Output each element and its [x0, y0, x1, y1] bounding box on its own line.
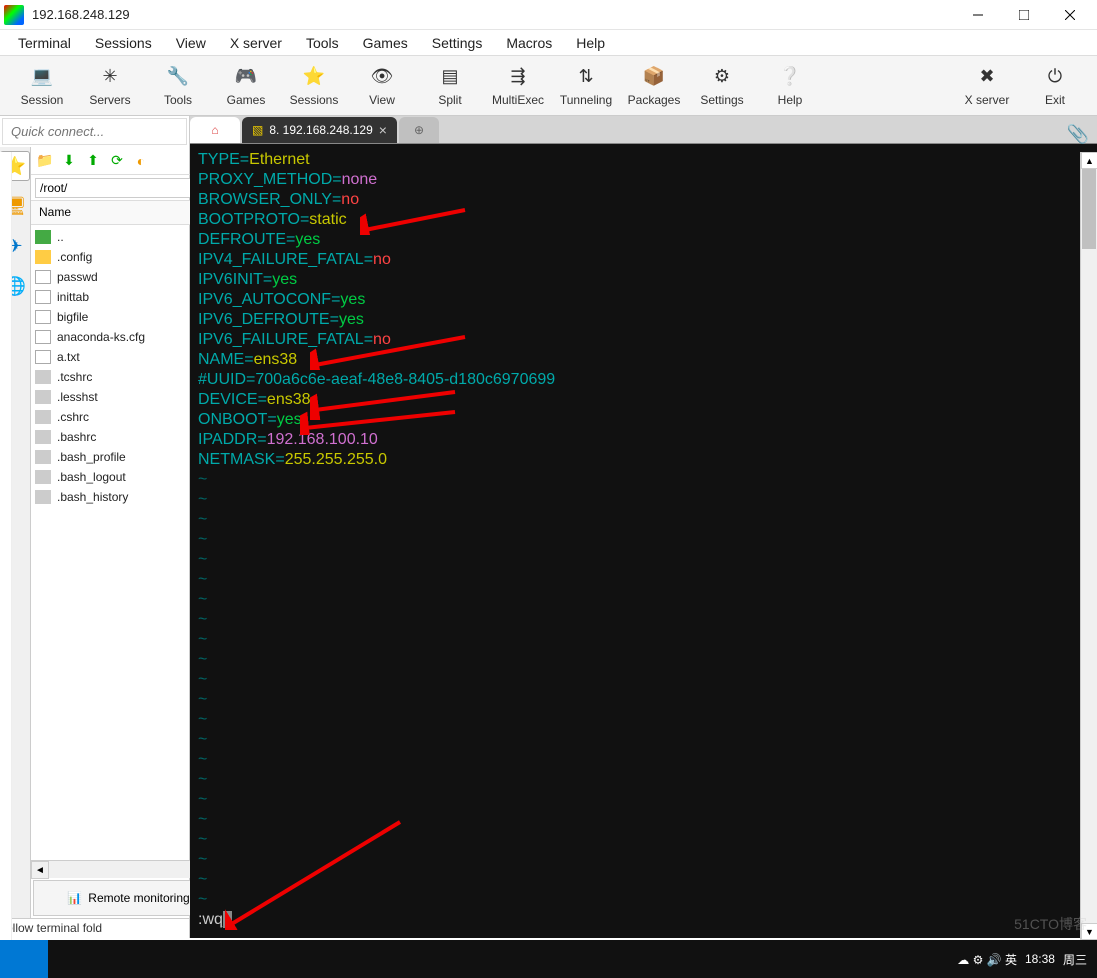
tab-bar: ⌂ ▧ 8. 192.168.248.129 × ⊕ — [190, 116, 1097, 144]
toolbar-exit[interactable]: ⏻Exit — [1021, 58, 1089, 114]
file-icon — [35, 470, 51, 484]
toolbar-help[interactable]: ❔Help — [756, 58, 824, 114]
toolbar: 💻Session✳Servers🔧Tools🎮Games⭐Sessions👁Vi… — [0, 56, 1097, 116]
toolbar-sessions[interactable]: ⭐Sessions — [280, 58, 348, 114]
split-icon: ▤ — [438, 65, 462, 89]
file-icon — [35, 490, 51, 504]
watermark: 51CTO博客 — [1014, 914, 1087, 934]
terminal-icon: ▧ — [252, 123, 263, 137]
toolbar-split[interactable]: ▤Split — [416, 58, 484, 114]
tab-new[interactable]: ⊕ — [399, 117, 439, 143]
menu-view[interactable]: View — [166, 32, 216, 54]
x server-icon: ✖ — [975, 65, 999, 89]
clock-day: 周三 — [1063, 951, 1087, 968]
multiexec-icon: ⇶ — [506, 65, 530, 89]
menubar: TerminalSessionsViewX serverToolsGamesSe… — [0, 30, 1097, 56]
menu-sessions[interactable]: Sessions — [85, 32, 162, 54]
clock-time[interactable]: 18:38 — [1025, 952, 1055, 966]
file-icon — [35, 370, 51, 384]
scroll-thumb[interactable] — [1082, 169, 1096, 249]
monitor-icon: 📊 — [67, 891, 82, 905]
file-icon — [35, 330, 51, 344]
taskbar: ☁ ⚙ 🔊 英 18:38 周三 — [0, 940, 1097, 978]
file-icon — [35, 410, 51, 424]
vertical-scrollbar[interactable]: ▲ ▼ — [1080, 152, 1097, 940]
packages-icon: 📦 — [642, 65, 666, 89]
toolbar-tools[interactable]: 🔧Tools — [144, 58, 212, 114]
toolbar-x-server[interactable]: ✖X server — [953, 58, 1021, 114]
titlebar: 192.168.248.129 — [0, 0, 1097, 30]
home-icon: ⌂ — [211, 123, 218, 137]
exit-icon: ⏻ — [1043, 65, 1067, 89]
menu-help[interactable]: Help — [566, 32, 615, 54]
file-icon — [35, 450, 51, 464]
plus-icon: ⊕ — [414, 123, 424, 137]
maximize-button[interactable] — [1001, 0, 1047, 30]
file-icon — [35, 290, 51, 304]
toolbar-settings[interactable]: ⚙Settings — [688, 58, 756, 114]
toolbar-servers[interactable]: ✳Servers — [76, 58, 144, 114]
sessions-icon: ⭐ — [302, 65, 326, 89]
refresh-icon[interactable]: ⟳ — [107, 151, 127, 171]
upload-icon[interactable]: ⬆ — [83, 151, 103, 171]
settings-icon: ⚙ — [710, 65, 734, 89]
partial-left-edge — [0, 152, 12, 940]
folder-icon — [35, 250, 51, 264]
folder-icon — [35, 230, 51, 244]
tab-home[interactable]: ⌂ — [190, 117, 240, 143]
tools-icon: 🔧 — [166, 65, 190, 89]
menu-x-server[interactable]: X server — [220, 32, 292, 54]
close-button[interactable] — [1047, 0, 1093, 30]
start-button[interactable] — [0, 940, 48, 978]
file-icon — [35, 270, 51, 284]
toolbar-session[interactable]: 💻Session — [8, 58, 76, 114]
minimize-button[interactable] — [955, 0, 1001, 30]
menu-tools[interactable]: Tools — [296, 32, 349, 54]
folder-icon[interactable]: 📁 — [35, 151, 55, 171]
servers-icon: ✳ — [98, 65, 122, 89]
path-input[interactable] — [35, 178, 200, 198]
scroll-left-icon[interactable]: ◄ — [31, 861, 49, 879]
scroll-up-icon[interactable]: ▲ — [1081, 152, 1097, 169]
toolbar-multiexec[interactable]: ⇶MultiExec — [484, 58, 552, 114]
toolbar-view[interactable]: 👁View — [348, 58, 416, 114]
help-icon: ❔ — [778, 65, 802, 89]
app-icon — [4, 5, 24, 25]
toolbar-tunneling[interactable]: ⇅Tunneling — [552, 58, 620, 114]
window-title: 192.168.248.129 — [32, 7, 955, 22]
close-icon[interactable]: × — [379, 122, 387, 138]
toolbar-games[interactable]: 🎮Games — [212, 58, 280, 114]
menu-settings[interactable]: Settings — [422, 32, 493, 54]
tab-label: 8. 192.168.248.129 — [269, 123, 372, 137]
sidebar: ⭐ 🖥 ✈ 🌐 📁 ⬇ ⬆ ⟳ ◐ ✓ Name ...configpa — [0, 116, 190, 938]
tab-session[interactable]: ▧ 8. 192.168.248.129 × — [242, 117, 397, 143]
tunneling-icon: ⇅ — [574, 65, 598, 89]
file-icon — [35, 430, 51, 444]
menu-games[interactable]: Games — [353, 32, 418, 54]
file-icon — [35, 350, 51, 364]
file-icon — [35, 390, 51, 404]
terminal[interactable]: TYPE=Ethernet PROXY_METHOD=none BROWSER_… — [190, 144, 1097, 938]
download-icon[interactable]: ⬇ — [59, 151, 79, 171]
attachment-icon[interactable]: 📎 — [1067, 124, 1089, 145]
new-icon[interactable]: ◐ — [131, 151, 151, 171]
tray-icons[interactable]: ☁ ⚙ 🔊 英 — [957, 951, 1017, 968]
menu-terminal[interactable]: Terminal — [8, 32, 81, 54]
menu-macros[interactable]: Macros — [496, 32, 562, 54]
status-line: ollow terminal fold — [0, 918, 189, 938]
games-icon: 🎮 — [234, 65, 258, 89]
quick-connect-input[interactable] — [2, 118, 187, 145]
session-icon: 💻 — [30, 65, 54, 89]
file-icon — [35, 310, 51, 324]
toolbar-packages[interactable]: 📦Packages — [620, 58, 688, 114]
view-icon: 👁 — [370, 65, 394, 89]
